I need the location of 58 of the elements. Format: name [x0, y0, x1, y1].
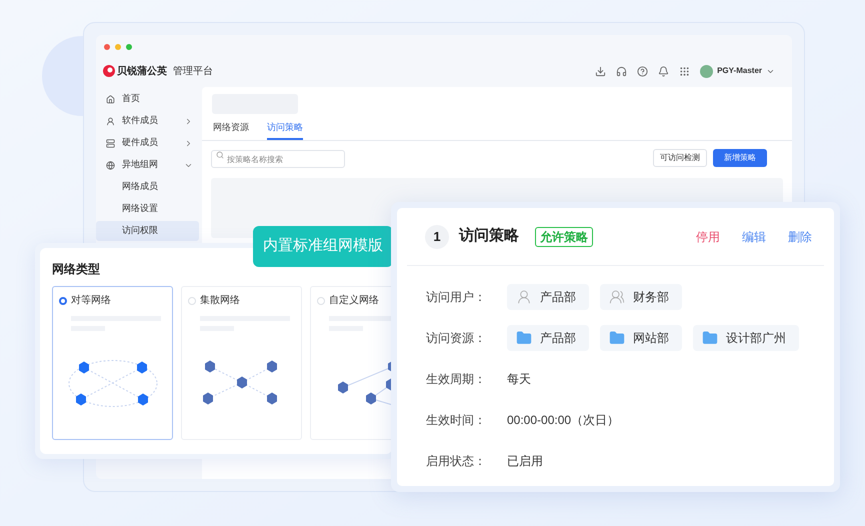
logo-icon [103, 65, 115, 77]
network-option[interactable]: 对等网络 [52, 286, 173, 440]
field-label: 生效时间： [426, 412, 487, 428]
apps-grid-icon[interactable] [679, 66, 690, 76]
brand-subtitle: 管理平台 [173, 64, 213, 78]
help-icon[interactable] [637, 66, 648, 76]
policy-title: 访问策略 [459, 226, 519, 246]
folder-icon [609, 330, 625, 346]
radio-button[interactable] [59, 296, 67, 304]
user-icon [516, 288, 532, 304]
chip: 产品部 [507, 324, 589, 350]
chip: 产品部 [507, 284, 589, 310]
field-value: 每天 [507, 370, 531, 388]
option-label: 集散网络 [200, 294, 240, 308]
network-option[interactable]: 集散网络 [181, 286, 302, 440]
card-title: 网络类型 [52, 261, 101, 278]
field-value: 00:00-00:00（次日） [507, 412, 620, 428]
chip: 网站部 [600, 324, 682, 350]
action-link[interactable]: 删除 [788, 228, 812, 246]
sidebar-item-icon [106, 116, 115, 126]
sidebar-item[interactable]: 软件成员 [96, 111, 199, 131]
sidebar-item-icon [106, 138, 115, 148]
index-badge: 1 [425, 224, 449, 248]
field-label: 生效周期： [426, 370, 487, 388]
sidebar-subitem[interactable]: 网络成员 [96, 177, 199, 197]
field-label: 启用状态： [426, 452, 487, 470]
option-label: 对等网络 [71, 294, 111, 308]
add-policy-button[interactable]: 新增策略 [713, 148, 767, 166]
template-banner: 内置标准组网模版 [253, 226, 393, 267]
field-label: 访问用户： [426, 288, 487, 306]
allow-tag: 允许策略 [535, 226, 593, 246]
user-name[interactable]: PGY-Master [717, 65, 762, 77]
chip: 财务部 [600, 284, 682, 310]
sidebar-item-icon [106, 160, 115, 170]
field-value: 已启用 [507, 452, 543, 470]
tab[interactable]: 网络资源 [213, 121, 249, 140]
sidebar-subitem[interactable]: 网络设置 [96, 199, 199, 219]
field-label: 访问资源： [426, 330, 487, 346]
tab[interactable]: 访问策略 [267, 121, 303, 140]
headset-icon[interactable] [616, 66, 628, 76]
sidebar-item-icon [106, 94, 115, 104]
user-icon [609, 288, 625, 304]
search-icon [216, 150, 224, 158]
download-icon[interactable] [595, 66, 606, 76]
chip: 设计部广州 [693, 324, 799, 350]
sidebar-subitem[interactable]: 访问权限 [96, 221, 199, 241]
search-field[interactable]: 按策略名称搜索 [211, 150, 345, 168]
brand-name: 贝锐蒲公英 [117, 64, 167, 78]
folder-icon [702, 330, 718, 346]
action-link[interactable]: 编辑 [742, 228, 766, 246]
bell-icon[interactable] [658, 66, 670, 76]
option-label: 自定义网络 [329, 294, 379, 308]
sidebar-item[interactable]: 首页 [96, 89, 199, 109]
sidebar-item[interactable]: 异地组网 [96, 155, 199, 175]
folder-icon [516, 330, 532, 346]
check-button[interactable]: 可访问检测 [653, 148, 707, 166]
sidebar-item[interactable]: 硬件成员 [96, 133, 199, 153]
action-link[interactable]: 停用 [696, 228, 720, 246]
